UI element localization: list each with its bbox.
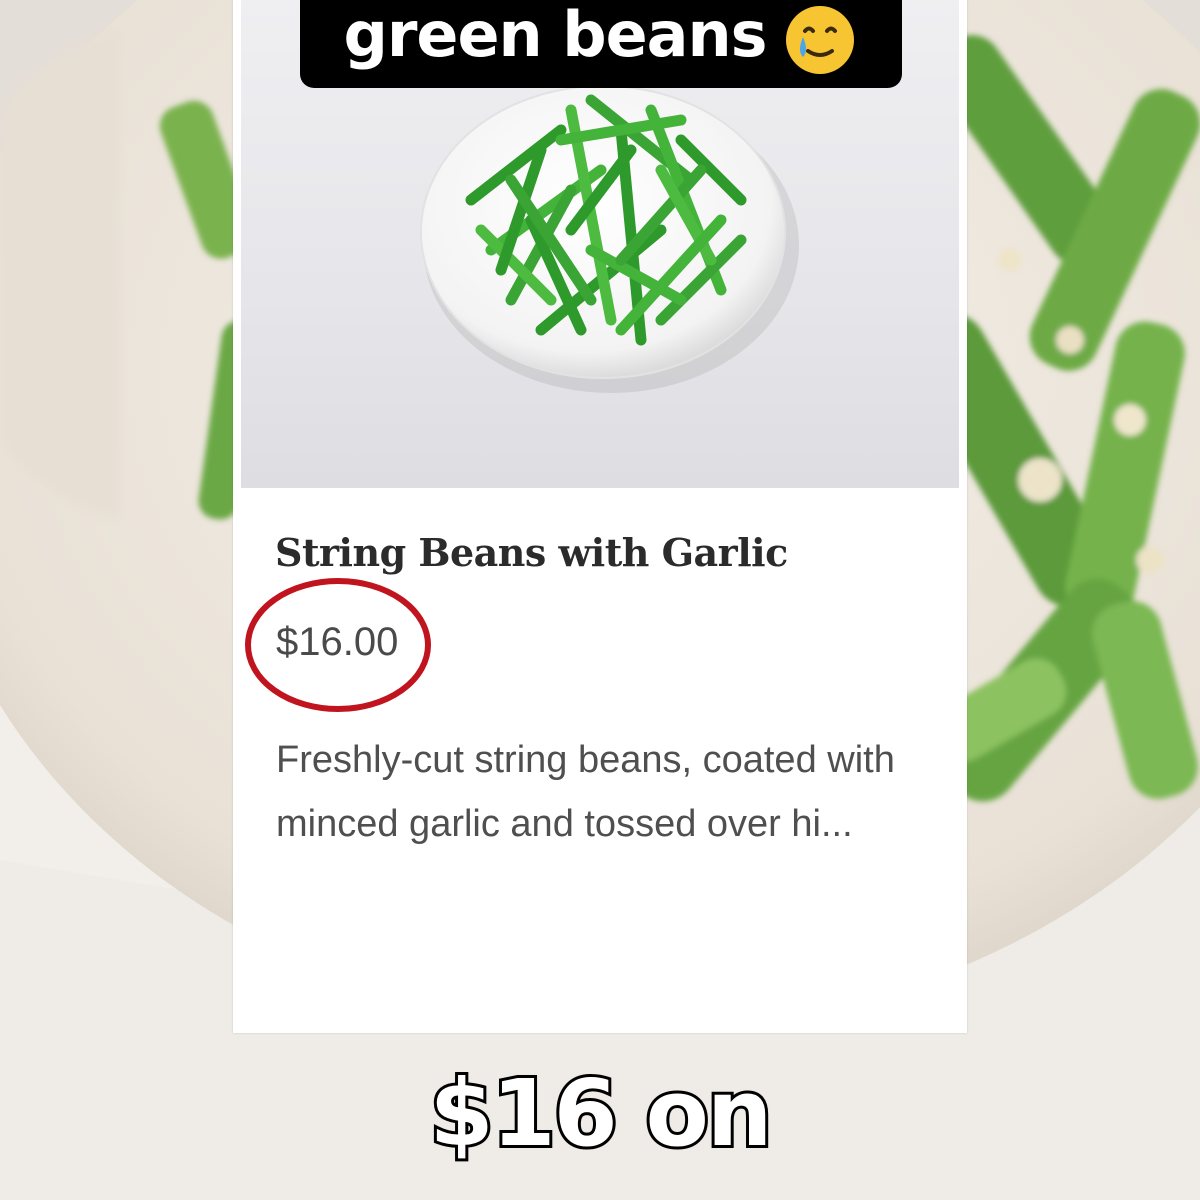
bottom-caption-text: $16 on <box>427 1057 776 1170</box>
menu-item-description: Freshly-cut string beans, coated with mi… <box>276 739 895 845</box>
face-holding-back-tears-icon <box>781 1 859 79</box>
menu-item-title: String Beans with Garlic <box>275 530 788 575</box>
top-caption-text: green beans <box>343 0 767 71</box>
top-caption-banner: green beans <box>300 0 902 88</box>
menu-item-price: $16.00 <box>276 620 399 664</box>
menu-item-card[interactable] <box>233 0 967 1033</box>
bottom-caption: $16 on <box>0 1057 1200 1170</box>
